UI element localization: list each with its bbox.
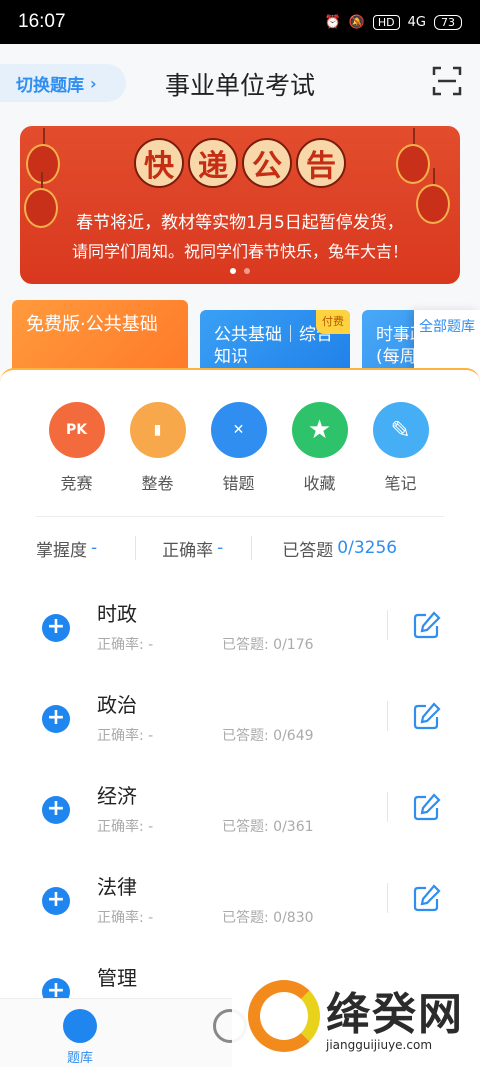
divider xyxy=(36,516,444,517)
stats-bar: 掌握度 - 正确率 - 已答题 0/3256 xyxy=(0,528,480,568)
expand-icon[interactable]: + xyxy=(42,614,70,642)
question-bank-icon xyxy=(63,1009,97,1043)
watermark-url: jiangguijiuye.com xyxy=(326,1038,433,1052)
mute-icon: 🔕 xyxy=(348,14,365,30)
banner-char: 公 xyxy=(242,138,292,188)
edit-icon[interactable] xyxy=(412,610,442,640)
battery-icon: 73 xyxy=(434,14,462,30)
expand-icon[interactable]: + xyxy=(42,705,70,733)
paper-icon: ▮ xyxy=(129,402,186,458)
wrong-icon: ✕ xyxy=(210,402,267,458)
subject-name: 法律 xyxy=(97,875,137,899)
carousel-dot[interactable] xyxy=(244,268,250,274)
main-panel: PK 竞赛 ▮ 整卷 ✕ 错题 ★ 收藏 ✎ 笔记 掌握度 - 正确率 - 已答… xyxy=(0,368,480,1006)
edit-icon[interactable] xyxy=(412,701,442,731)
tool-label: 错题 xyxy=(222,474,255,493)
stat-answered: 已答题 0/3256 xyxy=(282,536,397,561)
stat-value: 0/3256 xyxy=(337,538,398,558)
subject-name: 经济 xyxy=(97,784,137,808)
card-label: 免费版·公共基础 xyxy=(26,314,158,335)
edit-icon[interactable] xyxy=(412,792,442,822)
expand-icon[interactable]: + xyxy=(42,887,70,915)
tool-wrong[interactable]: ✕ 错题 xyxy=(198,402,279,494)
announcement-banner[interactable]: 快 递 公 告 春节将近，教材等实物1月5日起暂停发货， 请同学们周知。祝同学们… xyxy=(20,126,460,284)
row-divider xyxy=(387,701,388,731)
subject-row[interactable]: + 政治 正确率: - 已答题: 0/649 xyxy=(0,675,480,766)
tool-label: 笔记 xyxy=(384,474,417,493)
status-bar: 16:07 ⏰ 🔕 HD 4G 73 xyxy=(0,0,480,44)
subject-name: 政治 xyxy=(97,693,137,717)
banner-char: 递 xyxy=(188,138,238,188)
stat-value: - xyxy=(91,538,98,558)
hd-badge: HD xyxy=(372,14,400,30)
app-header: 切换题库 › 事业单位考试 xyxy=(0,44,480,122)
row-divider xyxy=(387,610,388,640)
stat-accuracy: 正确率 - xyxy=(162,536,223,561)
expand-icon[interactable]: + xyxy=(42,796,70,824)
alarm-icon: ⏰ xyxy=(324,14,341,30)
paid-badge: 付费 xyxy=(316,310,350,334)
subject-answered: 已答题: 0/176 xyxy=(222,637,314,653)
subject-accuracy: 正确率: - xyxy=(97,910,154,926)
stat-label: 掌握度 xyxy=(36,540,87,561)
stat-label: 正确率 xyxy=(162,540,214,561)
tool-label: 整卷 xyxy=(141,474,174,493)
edit-icon[interactable] xyxy=(412,883,442,913)
subject-name: 时政 xyxy=(97,602,137,626)
card-paid-basic[interactable]: 付费 公共基础｜综合知识 xyxy=(200,310,350,370)
signal-icon: 4G xyxy=(407,14,426,30)
tool-grid: PK 竞赛 ▮ 整卷 ✕ 错题 ★ 收藏 ✎ 笔记 xyxy=(0,402,480,494)
stat-divider xyxy=(251,536,253,560)
status-icons: ⏰ 🔕 HD 4G 73 xyxy=(324,14,462,30)
watermark-logo-icon xyxy=(248,980,320,1052)
subject-row[interactable]: + 法律 正确率: - 已答题: 0/830 xyxy=(0,857,480,948)
nav-question-bank[interactable]: 题库 xyxy=(50,1009,110,1066)
row-divider xyxy=(387,792,388,822)
row-divider xyxy=(387,883,388,913)
subject-accuracy: 正确率: - xyxy=(97,637,154,653)
stat-divider xyxy=(135,536,137,560)
banner-char: 告 xyxy=(296,138,346,188)
banner-char: 快 xyxy=(134,138,184,188)
carousel-dots xyxy=(20,268,460,274)
subject-accuracy: 正确率: - xyxy=(97,819,154,835)
tool-competition[interactable]: PK 竞赛 xyxy=(36,402,117,494)
all-library-button[interactable]: 全部题库 xyxy=(414,310,480,370)
subject-accuracy: 正确率: - xyxy=(97,728,154,744)
page-title: 事业单位考试 xyxy=(164,71,315,100)
watermark-brand: 绛癸网 xyxy=(326,989,464,1040)
stat-label: 已答题 xyxy=(282,540,334,561)
stat-value: - xyxy=(217,538,224,558)
subject-row[interactable]: + 时政 正确率: - 已答题: 0/176 xyxy=(0,584,480,675)
subject-answered: 已答题: 0/649 xyxy=(222,728,314,744)
watermark: 绛癸网 jiangguijiuye.com xyxy=(232,966,480,1067)
scan-icon[interactable] xyxy=(432,66,462,96)
tool-label: 收藏 xyxy=(303,474,336,493)
banner-text-2: 请同学们周知。祝同学们春节快乐，兔年大吉！ xyxy=(71,242,408,261)
card-label: 公共基础｜综合知识 xyxy=(214,325,333,367)
stat-mastery: 掌握度 - xyxy=(36,536,97,561)
tool-label: 竞赛 xyxy=(60,474,93,493)
pk-icon: PK xyxy=(48,402,105,458)
card-free-basic[interactable]: 免费版·公共基础 xyxy=(12,300,188,370)
banner-area: 快 递 公 告 春节将近，教材等实物1月5日起暂停发货， 请同学们周知。祝同学们… xyxy=(0,122,480,294)
nav-label: 题库 xyxy=(66,1051,93,1066)
star-icon: ★ xyxy=(291,402,348,458)
pen-icon: ✎ xyxy=(372,402,429,458)
subject-answered: 已答题: 0/361 xyxy=(222,819,314,835)
subject-name: 管理 xyxy=(97,966,137,990)
subject-answered: 已答题: 0/830 xyxy=(222,910,314,926)
banner-text-1: 春节将近，教材等实物1月5日起暂停发货， xyxy=(76,213,404,233)
tool-notes[interactable]: ✎ 笔记 xyxy=(360,402,441,494)
category-cards: 免费版·公共基础 付费 公共基础｜综合知识 时事政治(每周 全部题库 xyxy=(0,294,480,370)
banner-title: 快 递 公 告 xyxy=(20,138,460,188)
subject-row[interactable]: + 经济 正确率: - 已答题: 0/361 xyxy=(0,766,480,857)
tool-full-paper[interactable]: ▮ 整卷 xyxy=(117,402,198,494)
tool-favorite[interactable]: ★ 收藏 xyxy=(279,402,360,494)
status-time: 16:07 xyxy=(18,11,66,32)
carousel-dot[interactable] xyxy=(230,268,236,274)
